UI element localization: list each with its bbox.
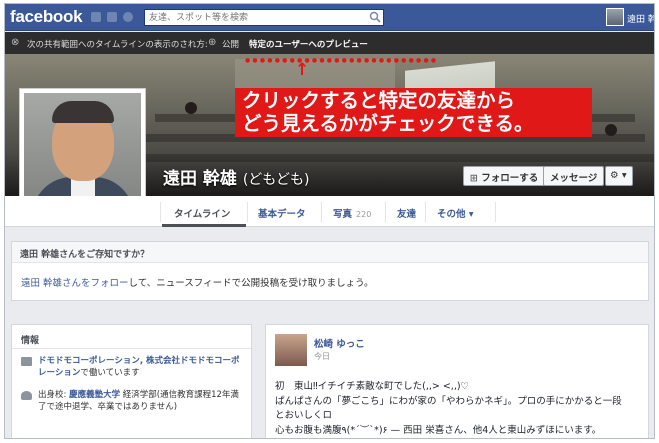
info-heading: 情報 bbox=[12, 325, 251, 349]
annotation-arrow-icon: ↑ bbox=[295, 60, 310, 80]
user-avatar[interactable] bbox=[606, 8, 624, 26]
follow-button-label: フォローする bbox=[481, 173, 539, 184]
close-icon[interactable]: ⊗ bbox=[11, 37, 19, 48]
view-as-preview-bar: ⊗ 次の共有範囲へのタイムラインの表示のされ方: ⊕ 公開 特定のユーザーへのプ… bbox=[5, 32, 654, 54]
messages-icon[interactable] bbox=[107, 12, 117, 22]
active-tab-indicator bbox=[162, 224, 246, 227]
tab-separator bbox=[495, 202, 496, 222]
tab-separator bbox=[425, 202, 426, 222]
follow-link[interactable]: 遠田 幹雄さんをフォロー bbox=[21, 278, 129, 289]
tab-photos-label: 写真 bbox=[333, 209, 353, 220]
annotation-line-2: どう見えるかがチェックできる。 bbox=[242, 112, 534, 135]
globe-icon: ⊕ bbox=[208, 37, 217, 48]
profile-tabs: タイムライン 基本データ 写真 220 友達 その他 ▾ bbox=[5, 196, 654, 227]
cover-person bbox=[605, 124, 617, 136]
view-as-specific-user-option[interactable]: 特定のユーザーへのプレビュー bbox=[249, 38, 368, 50]
notifications-icon[interactable] bbox=[123, 12, 133, 22]
post-body: 初 東山‼イチイチ素敵な町でした(,,> <,,)♡ ぱんぱさんの「夢ごこち」に… bbox=[275, 380, 645, 438]
post-timestamp[interactable]: 今日 bbox=[314, 351, 330, 362]
annotation-dotted-underline: ●●●●●●●●●●●●●●●●●●●●●●●●●● bbox=[245, 57, 439, 64]
tab-separator bbox=[385, 202, 386, 222]
briefcase-icon bbox=[21, 357, 32, 366]
follow-button[interactable]: ⊞ フォローする bbox=[463, 166, 546, 186]
profile-name[interactable]: 遠田 幹雄 (どもども) bbox=[163, 164, 310, 189]
post-line: 心もお腹も満腹٩(*´︶`*)۶ — 西田 栄喜さん、他4人と東山みずほにいます… bbox=[275, 424, 602, 436]
photo-hair bbox=[52, 101, 114, 123]
cover-person bbox=[185, 102, 197, 114]
tab-separator bbox=[160, 202, 161, 222]
post-author-name[interactable]: 松崎 ゆっこ bbox=[314, 336, 365, 350]
view-as-public-option[interactable]: 公開 bbox=[222, 38, 239, 50]
tab-timeline[interactable]: タイムライン bbox=[174, 206, 230, 220]
education-prefix: 出身校: bbox=[38, 390, 67, 400]
message-button[interactable]: メッセージ bbox=[543, 166, 605, 186]
tab-photos[interactable]: 写真 220 bbox=[333, 206, 371, 220]
post-line: 初 東山‼イチイチ素敵な町でした(,,> <,,)♡ bbox=[275, 381, 470, 392]
friend-requests-icon[interactable] bbox=[91, 12, 101, 22]
view-as-label: 次の共有範囲へのタイムラインの表示のされ方: bbox=[27, 40, 208, 50]
annotation-line-1: クリックすると特定の友達から bbox=[242, 89, 516, 112]
graduation-cap-icon bbox=[21, 391, 32, 400]
gear-menu-button[interactable]: ⚙ ▾ bbox=[605, 166, 633, 186]
facebook-page: facebook 遠田 幹雄 ⊗ 次の共有範囲へのタイムラインの表示のされ方: … bbox=[4, 3, 655, 439]
follow-rss-icon: ⊞ bbox=[470, 173, 482, 184]
profile-nickname: (どもども) bbox=[242, 172, 310, 188]
tab-about[interactable]: 基本データ bbox=[258, 206, 306, 220]
do-you-know-heading: 遠田 幹雄さんをご存知ですか？ bbox=[12, 242, 648, 263]
info-education-row: 出身校: 慶應義塾大学 経済学部(通信教育課程12年満了で途中退学、卒業ではあり… bbox=[12, 383, 251, 417]
top-navigation-bar: facebook 遠田 幹雄 bbox=[5, 4, 654, 31]
tab-separator bbox=[247, 202, 248, 222]
profile-photo bbox=[24, 93, 141, 210]
facebook-logo[interactable]: facebook bbox=[10, 7, 83, 27]
follow-prompt: 遠田 幹雄さんをフォローして、ニュースフィードで公開投稿を受け取りましょう。 bbox=[12, 263, 648, 301]
post-author-avatar[interactable] bbox=[275, 334, 307, 366]
follow-prompt-text: して、ニュースフィードで公開投稿を受け取りましょう。 bbox=[128, 278, 374, 289]
education-school-link[interactable]: 慶應義塾大学 bbox=[69, 390, 120, 400]
do-you-know-box: 遠田 幹雄さんをご存知ですか？ 遠田 幹雄さんをフォローして、ニュースフィードで… bbox=[11, 241, 649, 301]
tab-friends[interactable]: 友達 bbox=[397, 206, 416, 220]
post-line: とおいしくロ bbox=[275, 410, 333, 421]
annotation-callout: クリックすると特定の友達から どう見えるかがチェックできる。 bbox=[235, 88, 592, 137]
profile-name-text: 遠田 幹雄 bbox=[163, 169, 237, 189]
user-name-link[interactable]: 遠田 幹雄 bbox=[627, 12, 654, 25]
tab-photos-count: 220 bbox=[356, 210, 372, 219]
info-work-row: ドモドモコーポレーション, 株式会社ドモドモコーポレーションで働いています bbox=[12, 349, 251, 383]
post-line: ぱんぱさんの「夢ごこち」にわが家の「やわらかネギ」。プロの手にかかると一段 bbox=[275, 395, 622, 407]
work-suffix: で働いています bbox=[80, 368, 140, 378]
tab-separator bbox=[321, 202, 322, 222]
tab-more[interactable]: その他 ▾ bbox=[437, 206, 474, 220]
search-icon[interactable] bbox=[369, 11, 381, 23]
search-input[interactable] bbox=[144, 9, 384, 26]
timeline-post: 松崎 ゆっこ 今日 初 東山‼イチイチ素敵な町でした(,,> <,,)♡ ぱんぱ… bbox=[265, 324, 649, 438]
info-box: 情報 ドモドモコーポレーション, 株式会社ドモドモコーポレーションで働いています… bbox=[11, 324, 252, 438]
